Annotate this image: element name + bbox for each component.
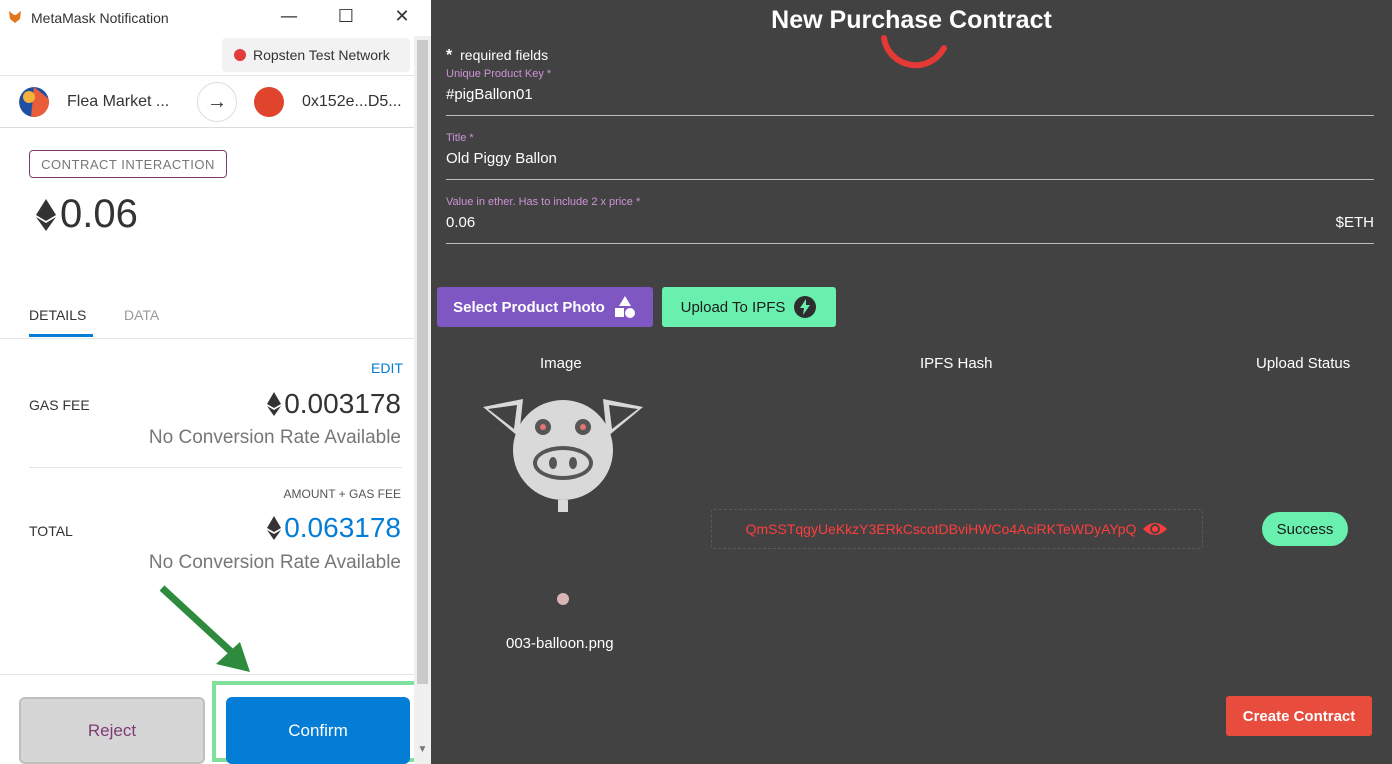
image-filename: 003-balloon.png (506, 635, 614, 652)
gas-fee-label: GAS FEE (29, 397, 90, 413)
lightning-icon (794, 296, 817, 318)
value-field[interactable]: Value in ether. Has to include 2 x price… (446, 196, 1374, 244)
create-contract-button[interactable]: Create Contract (1226, 696, 1372, 736)
ethereum-icon (267, 516, 282, 540)
ethereum-icon (36, 198, 56, 231)
image-column-header: Image (540, 355, 582, 372)
tab-data[interactable]: DATA (124, 307, 159, 323)
scrollbar-thumb[interactable] (417, 40, 428, 684)
amount-gas-fee-label: AMOUNT + GAS FEE (283, 487, 401, 501)
ipfs-hash-text: QmSSTqgyUeKkzY3ERkCscotDBviHWCo4AciRKTeW… (745, 521, 1137, 537)
total-value: 0.063178 (267, 512, 401, 544)
window-title: MetaMask Notification (31, 10, 169, 26)
pig-balloon-image (483, 399, 643, 605)
divider (0, 338, 414, 339)
shapes-icon (614, 296, 635, 318)
network-selector[interactable]: Ropsten Test Network (222, 38, 410, 72)
purchase-contract-app: New Purchase Contract * required fields … (431, 0, 1392, 764)
maximize-icon[interactable]: ☐ (333, 6, 359, 30)
title-field[interactable]: Title * Old Piggy Ballon (446, 132, 1374, 180)
required-fields-note: * required fields (446, 47, 548, 65)
value-label: Value in ether. Has to include 2 x price… (446, 196, 641, 208)
reject-button[interactable]: Reject (19, 697, 205, 764)
minimize-icon[interactable]: — (276, 6, 302, 30)
required-fields-text: required fields (460, 47, 549, 63)
eth-suffix: $ETH (1335, 214, 1374, 231)
ipfs-hash-column-header: IPFS Hash (920, 355, 993, 372)
metamask-fox-icon (9, 11, 21, 23)
to-address: 0x152e...D5... (302, 93, 402, 110)
confirm-button[interactable]: Confirm (226, 697, 410, 764)
metamask-notification-window: MetaMask Notification — ☐ ✕ Ropsten Test… (0, 0, 431, 764)
gas-fee-value: 0.003178 (267, 388, 401, 420)
network-name: Ropsten Test Network (253, 47, 390, 63)
product-key-field[interactable]: Unique Product Key * #pigBallon01 (446, 68, 1374, 116)
edit-gas-link[interactable]: EDIT (371, 360, 403, 376)
tab-details[interactable]: DETAILS (29, 307, 86, 323)
product-key-input[interactable]: #pigBallon01 (446, 86, 1374, 116)
eye-icon[interactable] (1142, 520, 1168, 538)
upload-status-badge: Success (1262, 512, 1348, 546)
required-star: * (446, 47, 453, 64)
gas-fee-conversion: No Conversion Rate Available (148, 427, 401, 448)
total-label: TOTAL (29, 523, 73, 539)
ethereum-icon (267, 392, 282, 416)
select-product-photo-button[interactable]: Select Product Photo (437, 287, 653, 327)
window-titlebar: MetaMask Notification — ☐ ✕ (0, 0, 431, 36)
accounts-row: Flea Market ... → 0x152e...D5... (0, 76, 414, 128)
title-label: Title * (446, 132, 474, 144)
network-status-dot (234, 49, 246, 61)
pointer-arrow-annotation (159, 585, 250, 672)
select-photo-label: Select Product Photo (453, 298, 605, 316)
arrow-right-icon: → (197, 82, 237, 122)
upload-ipfs-label: Upload To IPFS (680, 298, 786, 316)
close-icon[interactable]: ✕ (389, 6, 415, 30)
product-key-label: Unique Product Key * (446, 68, 552, 80)
value-input[interactable]: 0.06 $ETH (446, 214, 1374, 244)
scroll-down-icon[interactable]: ▼ (415, 744, 430, 760)
from-account-avatar (19, 87, 49, 117)
to-account-avatar (254, 87, 284, 117)
upload-to-ipfs-button[interactable]: Upload To IPFS (662, 287, 836, 327)
title-input[interactable]: Old Piggy Ballon (446, 150, 1374, 180)
active-tab-indicator (29, 334, 93, 337)
total-conversion: No Conversion Rate Available (148, 552, 401, 573)
contract-interaction-badge: CONTRACT INTERACTION (29, 150, 227, 178)
from-account-name: Flea Market ... (67, 93, 170, 110)
transaction-amount: 0.06 (36, 192, 138, 237)
upload-status-column-header: Upload Status (1256, 355, 1351, 372)
page-title: New Purchase Contract (771, 6, 1052, 34)
ipfs-hash-link[interactable]: QmSSTqgyUeKkzY3ERkCscotDBviHWCo4AciRKTeW… (711, 509, 1203, 549)
divider (29, 467, 402, 468)
network-row: Ropsten Test Network (0, 36, 414, 76)
